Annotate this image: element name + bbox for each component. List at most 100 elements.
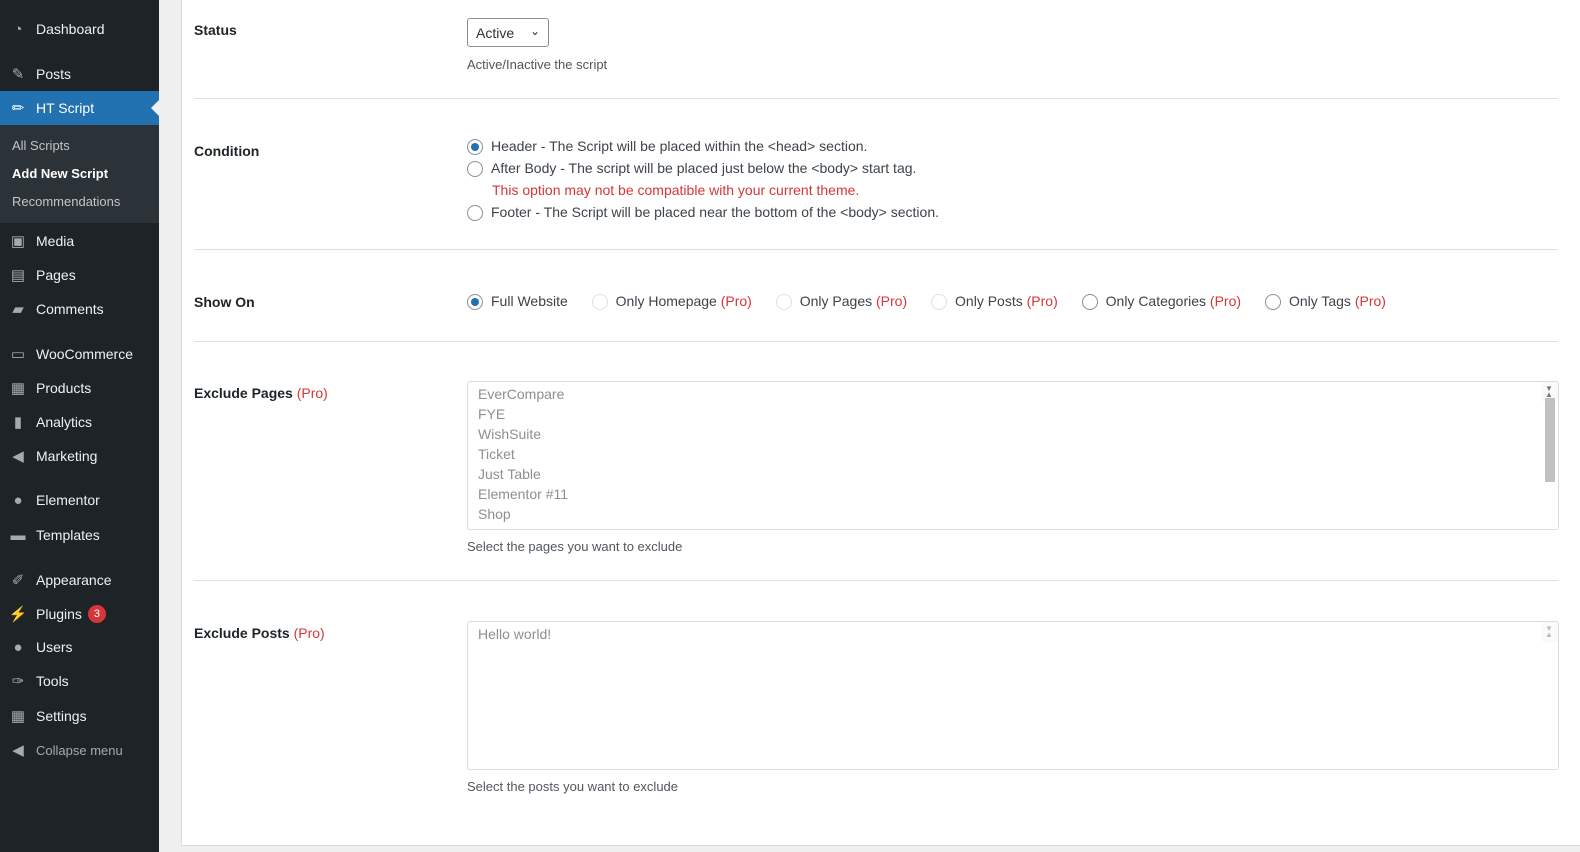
sidebar-item-label: Analytics	[36, 414, 93, 430]
label-text: Exclude Posts	[194, 625, 290, 641]
sidebar-item-label: Elementor	[36, 492, 100, 508]
option-only-tags[interactable]: Only Tags (Pro)	[1264, 293, 1386, 311]
radio-disabled[interactable]	[931, 294, 948, 311]
sidebar-item-dashboard[interactable]: ◔ Dashboard	[0, 12, 159, 46]
list-option[interactable]: Shop	[478, 504, 1548, 524]
list-option[interactable]: Ticket	[478, 444, 1548, 464]
sidebar-item-settings[interactable]: ▦ Settings	[0, 699, 159, 733]
label-text: Exclude Pages	[194, 385, 293, 401]
list-option[interactable]: Elementor #11	[478, 484, 1548, 504]
radio-disabled[interactable]	[775, 294, 792, 311]
sidebar-item-tools[interactable]: ✑ Tools	[0, 664, 159, 698]
condition-header-option[interactable]: Header - The Script will be placed withi…	[467, 138, 868, 156]
divider	[194, 580, 1558, 581]
sidebar-item-pages[interactable]: ▤ Pages	[0, 258, 159, 292]
status-label: Status	[194, 22, 237, 38]
sidebar-item-users[interactable]: ● Users	[0, 630, 159, 664]
option-label: Only Homepage	[615, 293, 717, 309]
sidebar-item-marketing[interactable]: ◀ Marketing	[0, 439, 159, 473]
radio[interactable]	[1264, 294, 1281, 311]
list-option[interactable]: Just Table	[478, 464, 1548, 484]
status-value: Active	[476, 25, 515, 41]
sidebar-item-woocommerce[interactable]: ▭ WooCommerce	[0, 337, 159, 371]
user-icon: ●	[13, 638, 23, 656]
sidebar-item-ht-script[interactable]: ✏ HT Script	[0, 91, 159, 125]
submenu-all-scripts[interactable]: All Scripts	[12, 138, 70, 153]
list-option[interactable]: FYE	[478, 404, 1548, 424]
scrollbar[interactable]: ▲ ▼	[1542, 382, 1558, 482]
sidebar-item-label: Plugins	[36, 606, 82, 622]
sidebar-item-templates[interactable]: ▬ Templates	[0, 518, 159, 552]
folder-icon: ▬	[10, 526, 26, 544]
admin-sidebar: All Scripts Add New Script Recommendatio…	[0, 0, 159, 852]
sidebar-item-media[interactable]: ▣ Media	[0, 224, 159, 258]
list-option[interactable]: WishSuite	[478, 424, 1548, 444]
chart-icon: ▮	[13, 414, 23, 431]
pencil-icon: ✏	[11, 100, 25, 117]
pro-tag: (Pro)	[293, 625, 325, 641]
pro-tag: (Pro)	[296, 385, 328, 401]
sidebar-item-elementor[interactable]: ● Elementor	[0, 483, 159, 517]
submenu-recommendations[interactable]: Recommendations	[12, 194, 120, 209]
condition-label: Condition	[194, 143, 260, 159]
option-only-categories[interactable]: Only Categories (Pro)	[1081, 293, 1242, 311]
plugin-icon: ⚡	[8, 606, 28, 623]
sidebar-item-collapse-menu[interactable]: ◀ Collapse menu	[0, 733, 159, 767]
brush-icon: ✐	[11, 572, 25, 589]
scrollbar[interactable]: ▲ ▼	[1542, 622, 1558, 642]
option-only-pages[interactable]: Only Pages (Pro)	[775, 293, 908, 311]
option-label: After Body - The script will be placed j…	[491, 160, 917, 176]
sidebar-item-posts[interactable]: ✎ Posts	[0, 57, 159, 91]
show-on-options: Full Website Only Homepage (Pro) Only Pa…	[467, 293, 1386, 311]
option-label: Header - The Script will be placed withi…	[491, 138, 868, 154]
media-icon: ▣	[10, 233, 26, 250]
radio-checked[interactable]	[467, 139, 483, 156]
radio-checked[interactable]	[467, 294, 483, 311]
exclude-posts-listbox[interactable]: ▲ ▼ Hello world!	[467, 621, 1559, 770]
option-full-website[interactable]: Full Website	[467, 293, 568, 311]
pro-tag: (Pro)	[1354, 293, 1386, 309]
radio[interactable]	[1081, 294, 1098, 311]
radio-disabled[interactable]	[591, 294, 608, 311]
submenu-add-new-script[interactable]: Add New Script	[12, 166, 108, 181]
sidebar-item-label: Marketing	[36, 448, 98, 464]
pro-tag: (Pro)	[876, 293, 908, 309]
option-only-posts[interactable]: Only Posts (Pro)	[931, 293, 1058, 311]
option-label: Only Tags	[1288, 293, 1351, 309]
condition-after-body-option[interactable]: After Body - The script will be placed j…	[467, 160, 917, 178]
chevron-down-icon: ⌄	[529, 24, 540, 38]
option-label: Footer - The Script will be placed near …	[491, 204, 939, 220]
radio[interactable]	[467, 205, 483, 222]
list-option[interactable]: Refund and Returns Policy	[478, 524, 1548, 529]
status-select[interactable]: Active ⌄	[467, 18, 549, 47]
sidebar-item-comments[interactable]: ▰ Comments	[0, 292, 159, 326]
sidebar-item-label: Settings	[36, 708, 87, 724]
sidebar-item-appearance[interactable]: ✐ Appearance	[0, 563, 159, 597]
sidebar-item-label: Users	[36, 639, 73, 655]
option-label: Full Website	[491, 293, 568, 309]
list-option[interactable]: Hello world!	[478, 624, 1548, 644]
comment-icon: ▰	[12, 301, 24, 318]
list-option[interactable]: EverCompare	[478, 384, 1548, 404]
option-label: Only Posts	[955, 293, 1023, 309]
sidebar-item-label: Appearance	[36, 572, 112, 588]
divider	[194, 249, 1558, 250]
exclude-pages-listbox[interactable]: ▲ ▼ EverCompare FYE WishSuite Ticket Just Tab…	[467, 381, 1559, 530]
radio[interactable]	[467, 161, 483, 178]
sidebar-item-products[interactable]: ▦ Products	[0, 371, 159, 405]
show-on-label: Show On	[194, 294, 255, 310]
sidebar-item-label: Tools	[36, 673, 69, 689]
collapse-icon: ◀	[12, 742, 24, 759]
option-only-homepage[interactable]: Only Homepage (Pro)	[591, 293, 752, 311]
update-count-badge: 3	[87, 605, 106, 623]
option-label: Only Pages	[799, 293, 873, 309]
sidebar-item-analytics[interactable]: ▮ Analytics	[0, 405, 159, 439]
sidebar-item-plugins[interactable]: ⚡ Plugins 3	[0, 597, 159, 631]
option-label: Only Categories	[1105, 293, 1207, 309]
archive-icon: ▦	[10, 380, 26, 397]
compat-warning: This option may not be compatible with y…	[492, 182, 860, 198]
divider	[194, 341, 1558, 342]
woo-icon: ▭	[10, 346, 26, 363]
pro-tag: (Pro)	[1209, 293, 1242, 309]
condition-footer-option[interactable]: Footer - The Script will be placed near …	[467, 204, 939, 222]
